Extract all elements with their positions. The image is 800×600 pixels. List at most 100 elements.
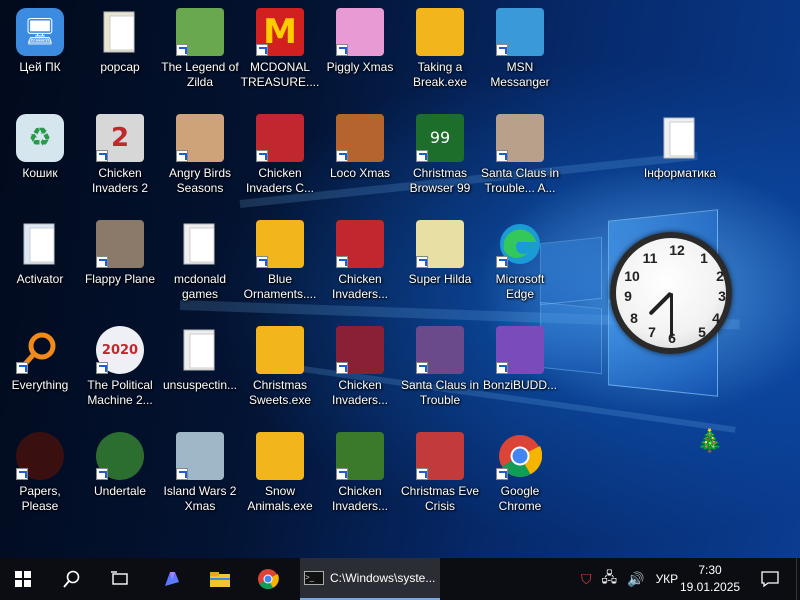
shortcut-arrow-icon <box>336 44 348 56</box>
chicken-invaders-icon <box>336 220 384 268</box>
christmas-tree-icon: 99 <box>416 114 464 162</box>
chicken-invaders-icon <box>336 432 384 480</box>
file-explorer-icon[interactable] <box>198 558 242 600</box>
desktop-icon[interactable]: BonziBUDD... <box>480 322 560 426</box>
loco-xmas-icon <box>336 114 384 162</box>
desktop-icon[interactable]: Angry Birds Seasons <box>160 110 240 214</box>
desktop-icon[interactable]: ♻ Кошик <box>0 110 80 214</box>
desktop-icon-label: Google Chrome <box>498 484 542 513</box>
desktop-icon[interactable]: 2020 The Political Machine 2... <box>80 322 160 426</box>
everything-icon <box>16 326 64 374</box>
desktop-icon[interactable]: Santa Claus in Trouble <box>400 322 480 426</box>
recycle-bin-icon: ♻ <box>16 114 64 162</box>
desktop-icon[interactable]: M MCDONAL TREASURE.... <box>240 4 320 108</box>
desktop-icon[interactable]: Loco Xmas <box>320 110 400 214</box>
desktop-icon[interactable]: popcap <box>80 4 160 108</box>
desktop-icon-label: Island Wars 2 Xmas <box>163 484 237 513</box>
msn-icon <box>496 8 544 56</box>
desktop-icon-label: Christmas Eve Crisis <box>400 484 480 513</box>
desktop-icon[interactable]: Chicken Invaders... <box>320 428 400 532</box>
papers-please-icon <box>16 432 64 480</box>
desktop-icon[interactable]: Santa Claus in Trouble... A... <box>480 110 560 214</box>
desktop-icon[interactable]: Інформатика <box>640 110 720 214</box>
desktop-icon[interactable]: Undertale <box>80 428 160 532</box>
desktop-icon-label: Інформатика <box>643 166 717 180</box>
desktop-icon[interactable]: Chicken Invaders C... <box>240 110 320 214</box>
desktop-icon-label: Snow Animals.exe <box>247 484 313 513</box>
desktop-icon[interactable]: Taking a Break.exe <box>400 4 480 108</box>
shortcut-arrow-icon <box>336 362 348 374</box>
desktop-icon-label: Super Hilda <box>408 272 472 286</box>
search-icon[interactable] <box>50 558 94 600</box>
shortcut-arrow-icon <box>416 256 428 268</box>
desktop-icon-label: Piggly Xmas <box>326 60 394 74</box>
taskbar-clock[interactable]: 7:30 19.01.2025 <box>680 562 740 596</box>
chrome-icon[interactable] <box>246 558 290 600</box>
volume-icon[interactable]: 🔊 <box>627 571 644 588</box>
desktop-icon[interactable]: Super Hilda <box>400 216 480 320</box>
desktop-icon-label: Everything <box>11 378 69 392</box>
desktop-icon-label: Кошик <box>22 166 58 180</box>
desktop-icon[interactable]: Microsoft Edge <box>480 216 560 320</box>
chicken-invaders-2-icon: 2 <box>96 114 144 162</box>
desktop-icon[interactable]: Flappy Plane <box>80 216 160 320</box>
shortcut-arrow-icon <box>256 150 268 162</box>
desktop-icon-label: Angry Birds Seasons <box>168 166 232 195</box>
desktop-icon[interactable]: Blue Ornaments.... <box>240 216 320 320</box>
desktop-icon-label: Taking a Break.exe <box>412 60 468 89</box>
chicken-invaders-christmas-icon <box>256 114 304 162</box>
desktop-icon[interactable]: MSN Messanger <box>480 4 560 108</box>
copilot-icon[interactable] <box>150 558 194 600</box>
desktop-icon[interactable]: The Legend of Zilda <box>160 4 240 108</box>
desktop[interactable]: 🖥 Цей ПК popcap The Legend of Zilda M MCDONAL… <box>0 0 800 558</box>
desktop-icon-label: Christmas Sweets.exe <box>248 378 312 407</box>
show-desktop-button[interactable] <box>796 558 800 600</box>
desktop-icon[interactable]: Christmas Eve Crisis <box>400 428 480 532</box>
desktop-icon[interactable]: 🖥 Цей ПК <box>0 4 80 108</box>
shortcut-arrow-icon <box>96 150 108 162</box>
desktop-icon[interactable]: mcdonald games <box>160 216 240 320</box>
shortcut-arrow-icon <box>16 362 28 374</box>
desktop-icon[interactable]: Christmas Sweets.exe <box>240 322 320 426</box>
desktop-icon[interactable]: 2 Chicken Invaders 2 <box>80 110 160 214</box>
desktop-icon-label: Chicken Invaders... <box>331 484 389 513</box>
language-indicator[interactable]: УКР <box>656 572 679 586</box>
desktop-icon[interactable]: Piggly Xmas <box>320 4 400 108</box>
chrome-icon <box>496 432 544 480</box>
taskbar-time: 7:30 <box>698 563 722 577</box>
security-warning-icon[interactable]: ⛉ <box>581 571 592 588</box>
desktop-icon-label: Santa Claus in Trouble... A... <box>480 166 560 195</box>
shortcut-arrow-icon <box>96 256 108 268</box>
bonzibuddy-icon <box>496 326 544 374</box>
this-pc-icon: 🖥 <box>16 8 64 56</box>
desktop-icon-label: Chicken Invaders... <box>331 272 389 301</box>
desktop-icon[interactable]: Papers, Please <box>0 428 80 532</box>
desktop-icon[interactable]: 99 Christmas Browser 99 <box>400 110 480 214</box>
desktop-icon-label: mcdonald games <box>173 272 227 301</box>
flappy-plane-icon <box>96 220 144 268</box>
desktop-icon-label: Chicken Invaders 2 <box>91 166 149 195</box>
shortcut-arrow-icon <box>496 150 508 162</box>
desktop-icon-label: Christmas Browser 99 <box>409 166 471 195</box>
shortcut-arrow-icon <box>256 256 268 268</box>
shortcut-arrow-icon <box>336 150 348 162</box>
desktop-icon[interactable]: Snow Animals.exe <box>240 428 320 532</box>
angry-birds-icon <box>176 114 224 162</box>
network-icon[interactable]: 🖧 <box>602 567 618 591</box>
analog-clock-gadget[interactable]: 12 1 2 3 4 5 6 7 8 9 10 11 <box>610 232 732 354</box>
cmd-window-title: C:\Windows\syste... <box>330 571 436 585</box>
desktop-icon[interactable]: Chicken Invaders... <box>320 322 400 426</box>
desktop-icon[interactable]: Island Wars 2 Xmas <box>160 428 240 532</box>
cmd-taskbar-button[interactable]: >_ C:\Windows\syste... <box>300 558 440 600</box>
desktop-icon[interactable]: Activator <box>0 216 80 320</box>
task-view-icon[interactable] <box>98 558 142 600</box>
folder-icon <box>176 220 224 268</box>
windows-start-icon[interactable] <box>0 558 46 600</box>
notifications-icon[interactable] <box>752 558 788 600</box>
desktop-icon[interactable]: Chicken Invaders... <box>320 216 400 320</box>
desktop-icon[interactable]: unsuspectin... <box>160 322 240 426</box>
political-machine-icon: 2020 <box>96 326 144 374</box>
puzzle-exe-icon <box>256 326 304 374</box>
desktop-icon[interactable]: Everything <box>0 322 80 426</box>
desktop-icon[interactable]: Google Chrome <box>480 428 560 532</box>
